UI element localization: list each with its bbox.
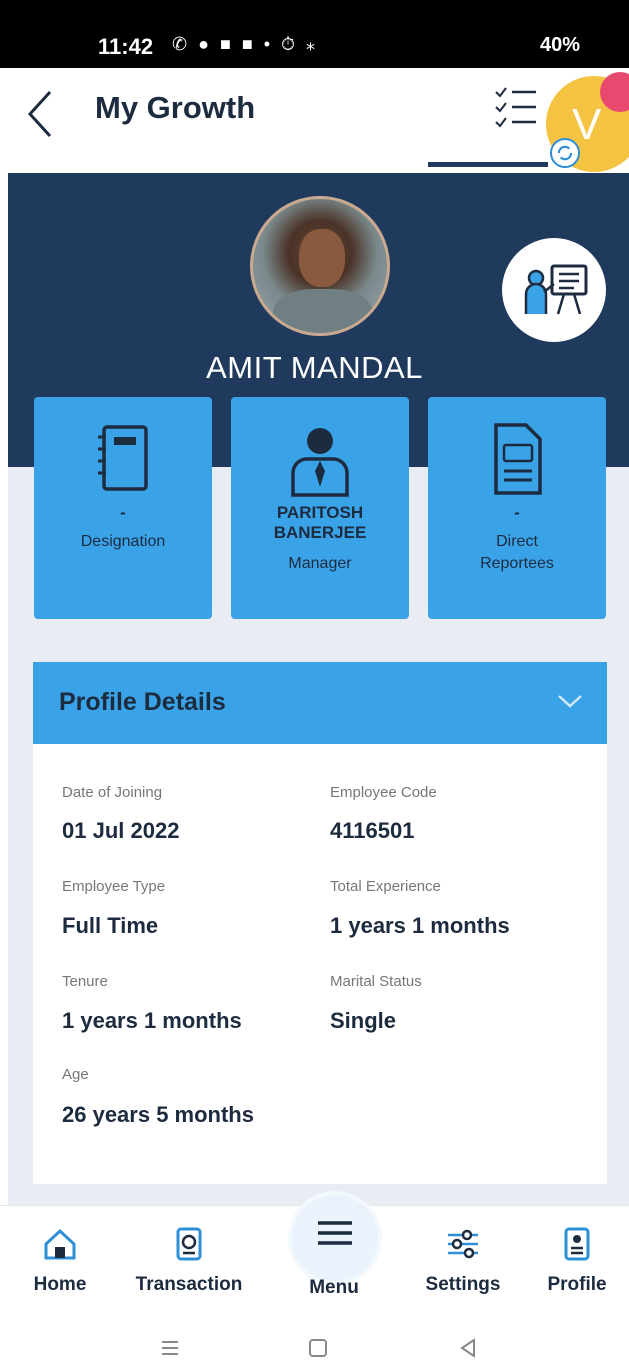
employee-type-label: Employee Type — [62, 878, 166, 895]
app-header: My Growth V — [0, 68, 629, 172]
sync-icon[interactable] — [550, 138, 580, 168]
designation-card[interactable]: - Designation — [34, 397, 212, 619]
designation-label: Designation — [80, 533, 166, 550]
nav-profile-label: Profile — [547, 1274, 607, 1295]
presentation-icon — [524, 264, 588, 315]
home-button-icon[interactable] — [306, 1336, 330, 1360]
profile-icon — [564, 1227, 590, 1261]
nav-profile[interactable]: Profile — [540, 1226, 614, 1296]
notebook-icon — [98, 425, 148, 491]
settings-icon — [448, 1229, 478, 1259]
user-avatar-badge[interactable]: V — [542, 72, 629, 178]
checklist-icon[interactable] — [492, 82, 538, 132]
profile-details-body: Date of Joining 01 Jul 2022 Employee Cod… — [33, 744, 607, 1184]
status-battery: 40% — [540, 34, 581, 56]
back-arrow-icon[interactable] — [22, 86, 62, 142]
age-label: Age — [62, 1066, 89, 1083]
active-tab-indicator — [428, 162, 548, 167]
employee-code-value: 4116501 — [330, 818, 415, 843]
status-bar: 11:42 ✆ ● ■ ■ • ⏱ ⁎ 40% — [0, 0, 629, 68]
back-button-icon[interactable] — [456, 1336, 480, 1360]
total-experience-value: 1 years 1 months — [330, 913, 510, 938]
manager-label: Manager — [288, 555, 352, 572]
transaction-icon — [176, 1227, 202, 1261]
nav-transaction[interactable]: Transaction — [130, 1226, 248, 1296]
page-title: My Growth — [95, 90, 256, 125]
status-icons: ✆ ● ■ ■ • ⏱ ⁎ — [172, 34, 319, 54]
employee-name: AMIT MANDAL — [206, 350, 423, 385]
direct-reportees-card[interactable]: - Direct Reportees — [428, 397, 606, 619]
employee-code-label: Employee Code — [330, 784, 437, 801]
marital-status-value: Single — [330, 1008, 397, 1033]
manager-person-icon — [291, 428, 349, 497]
tenure-label: Tenure — [62, 973, 108, 990]
profile-photo — [250, 196, 390, 336]
nav-settings[interactable]: Settings — [420, 1226, 506, 1296]
recent-apps-icon[interactable] — [158, 1336, 182, 1360]
nav-home-label: Home — [33, 1274, 87, 1295]
nav-home[interactable]: Home — [30, 1226, 90, 1296]
reportees-value: - — [514, 503, 520, 522]
nav-menu[interactable]: Menu — [296, 1265, 372, 1299]
profile-details-title: Profile Details — [59, 688, 226, 716]
status-time: 11:42 — [98, 34, 154, 59]
document-icon — [494, 423, 542, 495]
marital-status-label: Marital Status — [330, 973, 422, 990]
designation-value: - — [120, 503, 126, 522]
date-of-joining-value: 01 Jul 2022 — [62, 818, 180, 843]
home-icon — [44, 1228, 76, 1260]
reportees-label: Direct Reportees — [480, 533, 554, 572]
manager-name: PARITOSH BANERJEE — [273, 503, 367, 542]
nav-menu-label: Menu — [309, 1277, 359, 1298]
nav-settings-label: Settings — [425, 1274, 501, 1295]
nav-transaction-label: Transaction — [135, 1274, 243, 1295]
profile-details-header[interactable]: Profile Details — [33, 662, 607, 744]
presentation-button[interactable] — [502, 238, 606, 342]
date-of-joining-label: Date of Joining — [62, 784, 163, 801]
employee-type-value: Full Time — [62, 913, 159, 938]
manager-card[interactable]: PARITOSH BANERJEE Manager — [231, 397, 409, 619]
tenure-value: 1 years 1 months — [62, 1008, 242, 1033]
age-value: 26 years 5 months — [62, 1102, 254, 1127]
chevron-down-icon[interactable] — [557, 692, 583, 710]
total-experience-label: Total Experience — [330, 878, 441, 895]
system-navigation-bar — [0, 1312, 629, 1372]
